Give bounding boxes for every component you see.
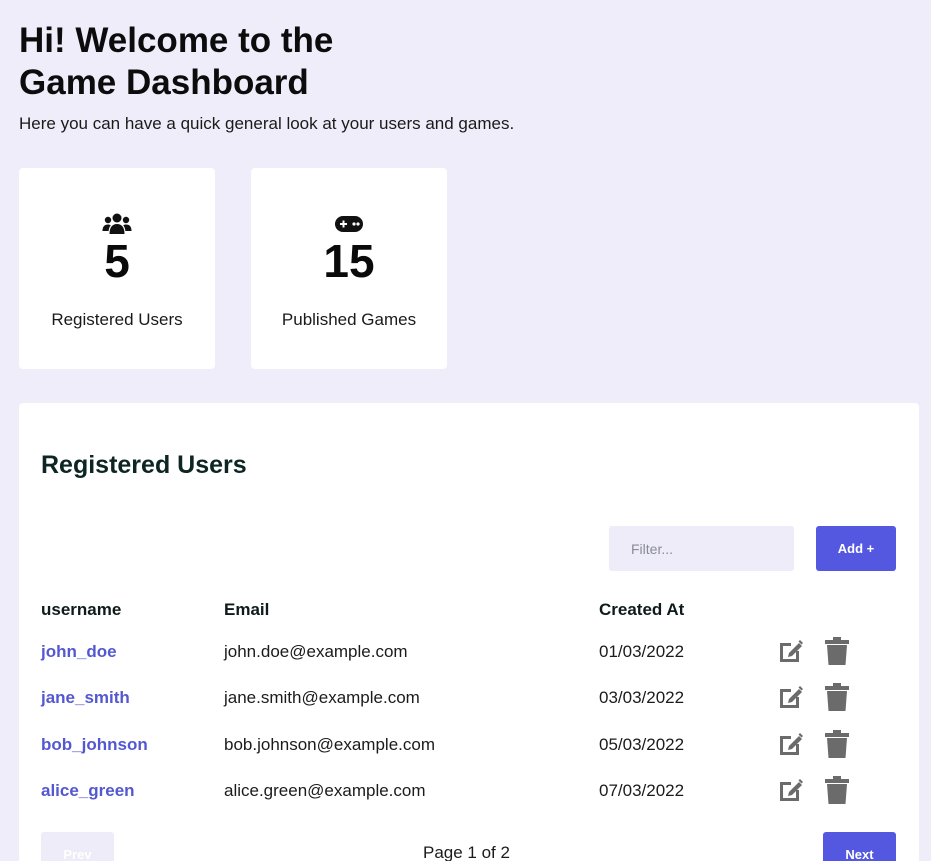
dashboard-page: Hi! Welcome to the Game Dashboard Here y… <box>0 0 931 861</box>
column-header-email: Email <box>224 600 270 619</box>
column-header-username: username <box>41 600 122 619</box>
edit-icon[interactable] <box>776 775 806 805</box>
registered-users-count: 5 <box>104 235 130 287</box>
page-indicator: Page 1 of 2 <box>423 843 510 861</box>
email-cell: alice.green@example.com <box>224 781 426 800</box>
row-actions <box>776 636 852 666</box>
row-actions <box>776 682 852 712</box>
edit-icon[interactable] <box>776 729 806 759</box>
created-at-cell: 05/03/2022 <box>599 735 685 754</box>
add-user-button[interactable]: Add + <box>816 526 896 571</box>
trash-icon[interactable] <box>822 682 852 712</box>
email-cell: bob.johnson@example.com <box>224 735 435 754</box>
username-link[interactable]: alice_green <box>41 771 135 811</box>
welcome-subtitle: Here you can have a quick general look a… <box>19 114 515 133</box>
table-row: alice_green alice.green@example.com 07/0… <box>19 771 919 811</box>
column-header-created-at: Created At <box>599 600 685 619</box>
users-icon <box>102 212 132 236</box>
created-at-cell: 01/03/2022 <box>599 642 685 661</box>
edit-icon[interactable] <box>776 682 806 712</box>
published-games-card: 15 Published Games <box>251 168 447 369</box>
registered-users-card: 5 Registered Users <box>19 168 215 369</box>
table-row: bob_johnson bob.johnson@example.com 05/0… <box>19 725 919 765</box>
published-games-count: 15 <box>323 235 375 287</box>
trash-icon[interactable] <box>822 775 852 805</box>
next-page-button[interactable]: Next <box>823 832 896 861</box>
email-cell: john.doe@example.com <box>224 642 408 661</box>
filter-input[interactable] <box>609 526 794 571</box>
prev-page-button[interactable]: Prev <box>41 832 114 861</box>
created-at-cell: 03/03/2022 <box>599 688 685 707</box>
trash-icon[interactable] <box>822 636 852 666</box>
row-actions <box>776 729 852 759</box>
registered-users-panel: Registered Users Add + username Email Cr… <box>19 403 919 861</box>
edit-icon[interactable] <box>776 636 806 666</box>
gamepad-icon <box>334 212 364 236</box>
username-link[interactable]: bob_johnson <box>41 725 148 765</box>
welcome-title: Hi! Welcome to the Game Dashboard <box>19 21 334 102</box>
published-games-label: Published Games <box>281 310 417 329</box>
email-cell: jane.smith@example.com <box>224 688 420 707</box>
trash-icon[interactable] <box>822 729 852 759</box>
table-row: jane_smith jane.smith@example.com 03/03/… <box>19 678 919 718</box>
created-at-cell: 07/03/2022 <box>599 781 685 800</box>
panel-title: Registered Users <box>41 451 247 479</box>
registered-users-label: Registered Users <box>51 310 183 329</box>
username-link[interactable]: john_doe <box>41 632 117 672</box>
row-actions <box>776 775 852 805</box>
table-row: john_doe john.doe@example.com 01/03/2022 <box>19 632 919 672</box>
username-link[interactable]: jane_smith <box>41 678 130 718</box>
